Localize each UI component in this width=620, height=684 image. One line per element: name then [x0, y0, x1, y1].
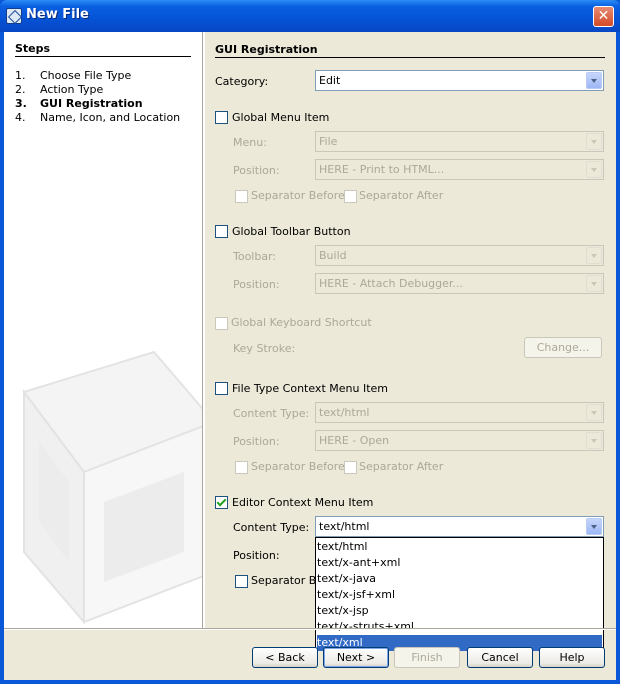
- editor-content-type-label: Content Type:: [233, 521, 310, 534]
- step-item-current: 3. GUI Registration: [15, 97, 143, 110]
- dropdown-option[interactable]: text/x-jsf+xml: [317, 587, 602, 603]
- file-separator-before-label: Separator Before: [251, 460, 345, 473]
- cancel-button[interactable]: Cancel: [467, 647, 533, 668]
- panel-divider: [202, 32, 205, 628]
- chevron-down-icon[interactable]: [586, 247, 602, 264]
- menu-label: Menu:: [233, 136, 267, 149]
- chevron-down-icon[interactable]: [586, 432, 602, 449]
- toolbar-select[interactable]: Build: [315, 245, 604, 266]
- file-type-context-checkbox[interactable]: [215, 382, 228, 395]
- file-separator-after-checkbox[interactable]: [344, 461, 357, 474]
- window-title: New File: [26, 7, 89, 22]
- dropdown-option[interactable]: text/x-jsp: [317, 603, 602, 619]
- menu-separator-before-checkbox[interactable]: [235, 190, 248, 203]
- category-select[interactable]: Edit: [315, 70, 604, 91]
- section-title: GUI Registration: [215, 43, 318, 56]
- chevron-down-icon[interactable]: [586, 275, 602, 292]
- dropdown-option[interactable]: text/html: [317, 539, 602, 555]
- chevron-down-icon[interactable]: [586, 72, 602, 89]
- chevron-down-icon[interactable]: [586, 133, 602, 150]
- file-content-type-select[interactable]: text/html: [315, 402, 604, 423]
- chevron-down-icon[interactable]: [586, 518, 602, 535]
- section-divider: [215, 57, 605, 58]
- dialog-body: Steps 1. Choose File Type 2. Action Type 3…: [4, 32, 616, 680]
- toolbar-position-label: Position:: [233, 278, 280, 291]
- toolbar-label: Toolbar:: [233, 250, 277, 263]
- close-button[interactable]: ✕: [593, 6, 614, 27]
- global-toolbar-checkbox[interactable]: [215, 225, 228, 238]
- global-menu-label: Global Menu Item: [232, 111, 330, 124]
- menu-select[interactable]: File: [315, 131, 604, 152]
- dropdown-option[interactable]: text/x-struts+xml: [317, 619, 602, 635]
- editor-separator-before-checkbox[interactable]: [235, 575, 248, 588]
- next-button[interactable]: Next >: [323, 647, 389, 668]
- editor-content-type-select[interactable]: text/html: [315, 516, 604, 537]
- category-label: Category:: [215, 75, 269, 88]
- step-item: 4. Name, Icon, and Location: [15, 111, 181, 124]
- back-button[interactable]: < Back: [252, 647, 318, 668]
- menu-position-select[interactable]: HERE - Print to HTML...: [315, 159, 604, 180]
- file-position-label: Position:: [233, 435, 280, 448]
- file-position-select[interactable]: HERE - Open: [315, 430, 604, 451]
- dropdown-option[interactable]: text/x-ant+xml: [317, 555, 602, 571]
- global-shortcut-label: Global Keyboard Shortcut: [231, 316, 372, 329]
- global-toolbar-label: Global Toolbar Button: [232, 225, 351, 238]
- global-menu-checkbox[interactable]: [215, 111, 228, 124]
- file-separator-before-checkbox[interactable]: [235, 461, 248, 474]
- content-type-dropdown-list[interactable]: text/html text/x-ant+xml text/x-java tex…: [315, 537, 604, 651]
- dropdown-option[interactable]: text/x-java: [317, 571, 602, 587]
- global-shortcut-checkbox[interactable]: [215, 317, 228, 330]
- toolbar-position-select[interactable]: HERE - Attach Debugger...: [315, 273, 604, 294]
- steps-divider: [15, 56, 191, 57]
- editor-context-label: Editor Context Menu Item: [232, 496, 374, 509]
- app-icon: [6, 8, 22, 24]
- steps-title: Steps: [15, 42, 51, 55]
- editor-context-checkbox[interactable]: [215, 496, 228, 509]
- file-separator-after-label: Separator After: [359, 460, 444, 473]
- title-bar[interactable]: New File ✕: [0, 0, 620, 32]
- button-bar-divider: [4, 628, 616, 630]
- menu-separator-after-label: Separator After: [359, 189, 444, 202]
- menu-separator-after-checkbox[interactable]: [344, 190, 357, 203]
- file-content-type-label: Content Type:: [233, 407, 310, 420]
- steps-panel: Steps 1. Choose File Type 2. Action Type 3…: [4, 32, 202, 628]
- step-item: 1. Choose File Type: [15, 69, 132, 82]
- close-icon: ✕: [597, 8, 610, 24]
- menu-position-label: Position:: [233, 164, 280, 177]
- editor-separator-before-label: Separator Be: [251, 574, 324, 587]
- finish-button[interactable]: Finish: [394, 647, 460, 668]
- editor-position-label: Position:: [233, 549, 280, 562]
- file-type-context-label: File Type Context Menu Item: [232, 382, 388, 395]
- change-keystroke-button[interactable]: Change...: [524, 337, 602, 358]
- chevron-down-icon[interactable]: [586, 404, 602, 421]
- cube-watermark-icon: [22, 350, 202, 625]
- new-file-dialog: New File ✕ Steps 1. Choose File Type 2. Ac…: [0, 0, 620, 684]
- menu-separator-before-label: Separator Before: [251, 189, 345, 202]
- help-button[interactable]: Help: [539, 647, 605, 668]
- chevron-down-icon[interactable]: [586, 161, 602, 178]
- keystroke-label: Key Stroke:: [233, 342, 296, 355]
- step-item: 2. Action Type: [15, 83, 104, 96]
